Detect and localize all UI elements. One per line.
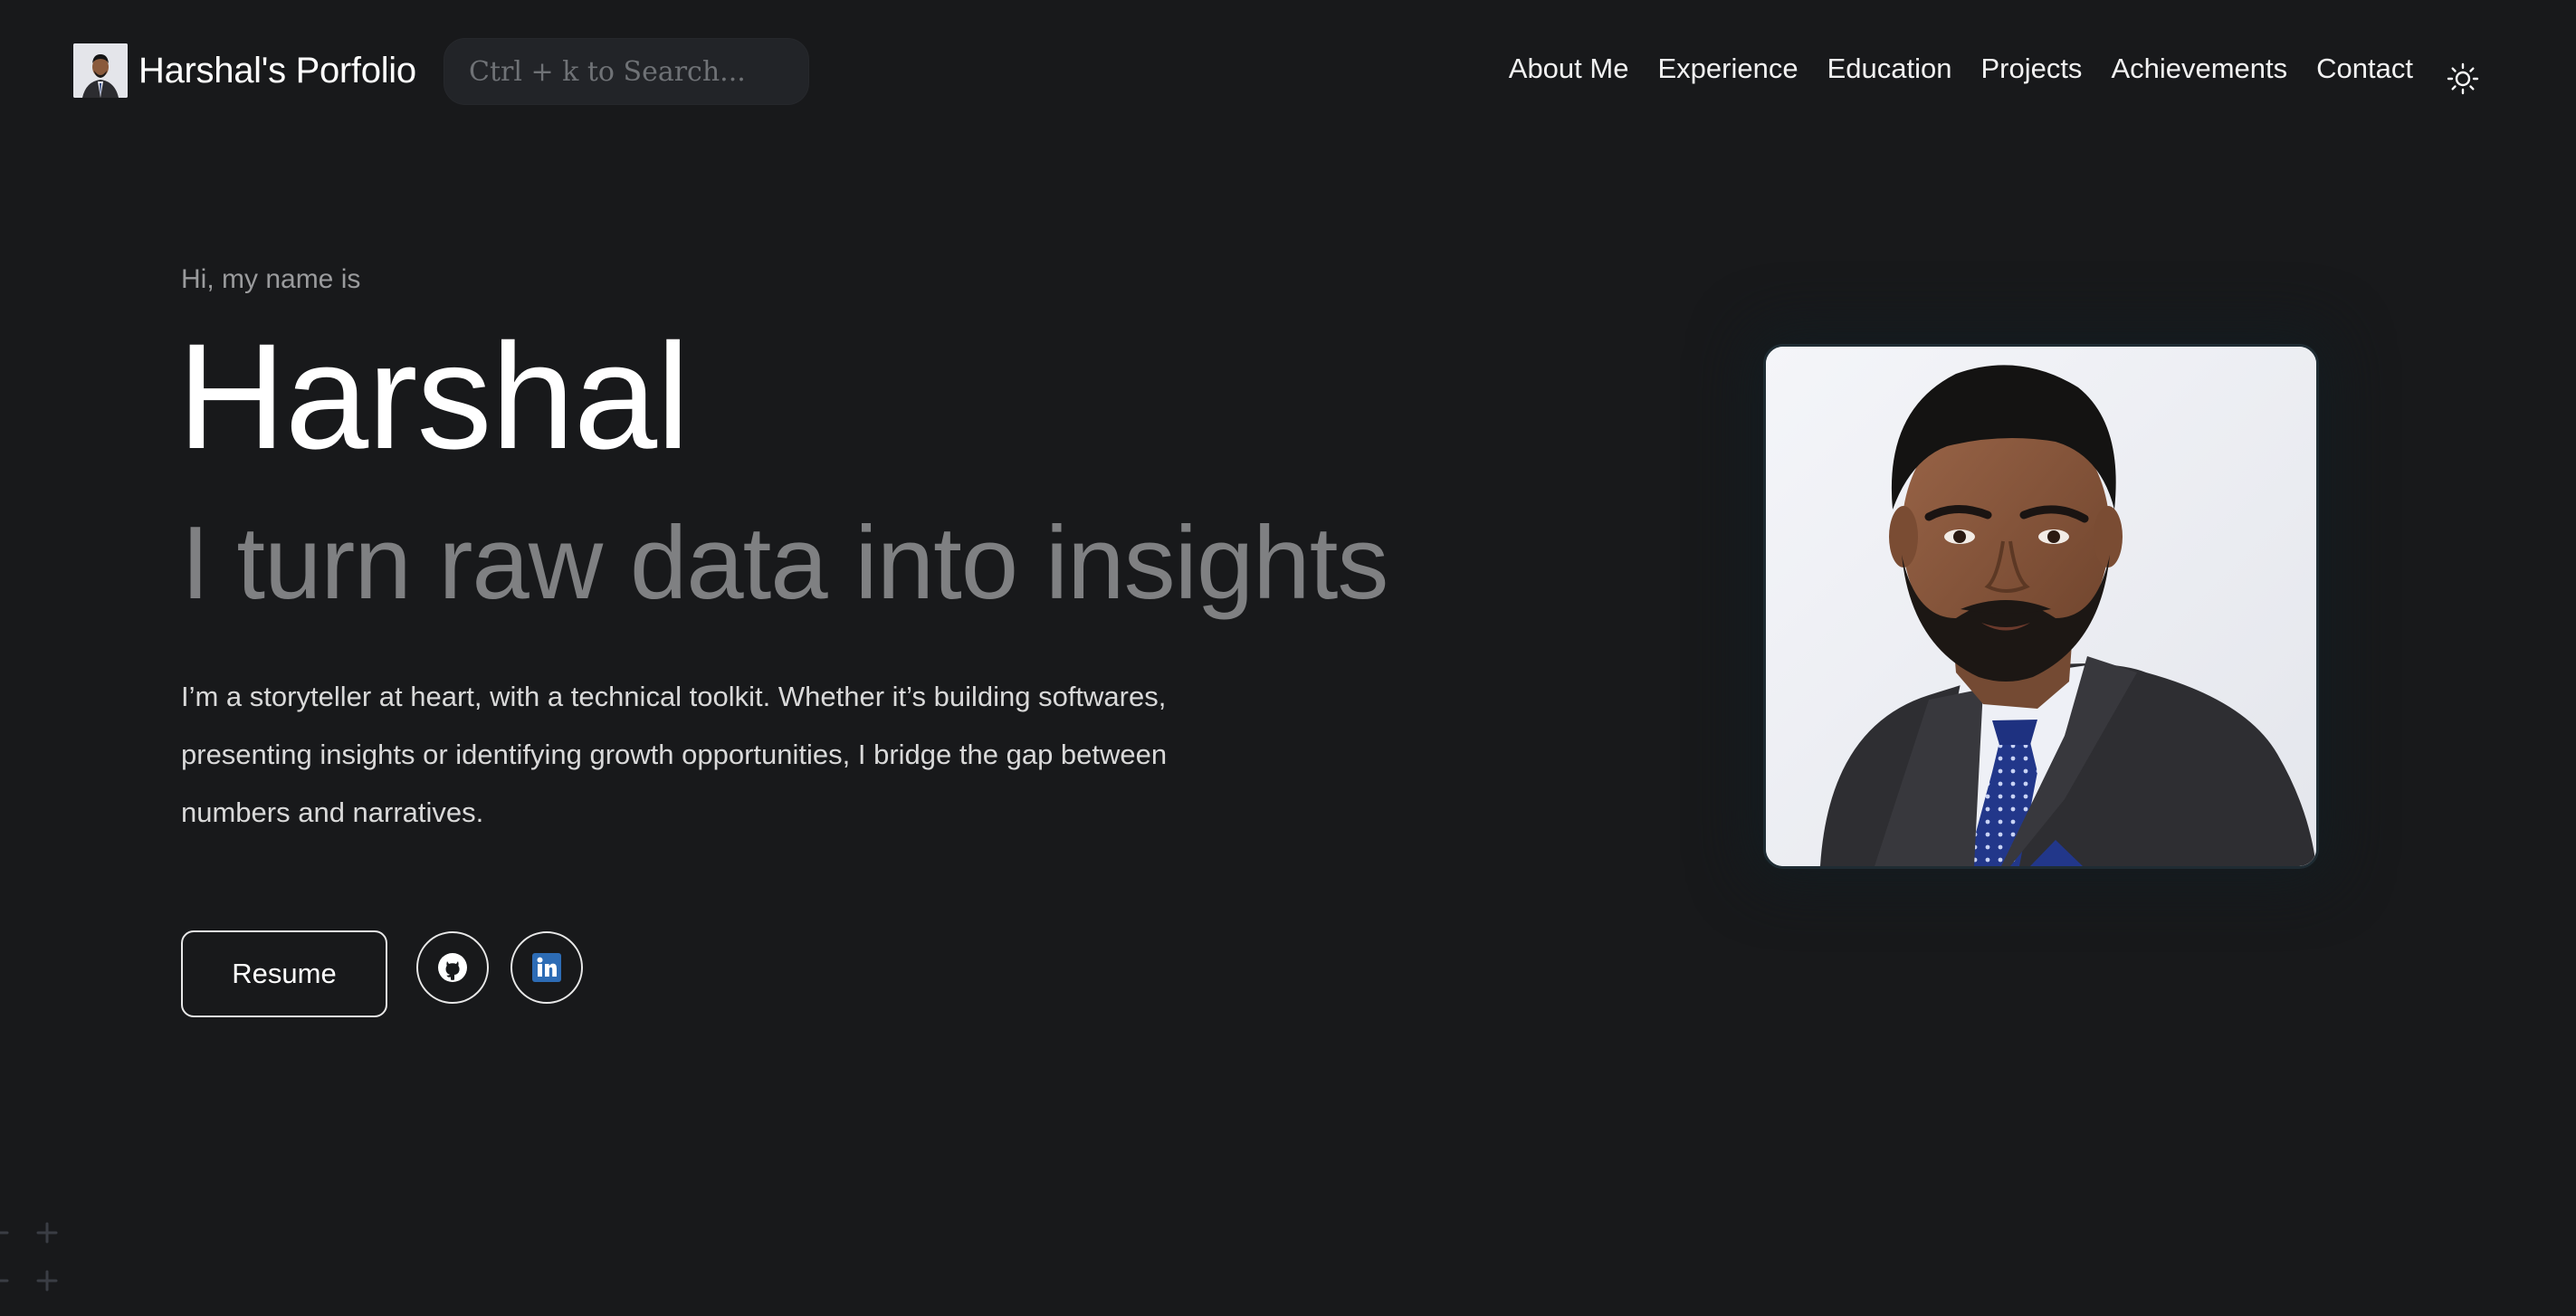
linkedin-link[interactable] (510, 931, 583, 1004)
nav-links: About Me Experience Education Projects A… (1509, 52, 2413, 85)
profile-portrait-image (1766, 347, 2316, 866)
search-input[interactable] (467, 54, 808, 89)
nav-link-about-me[interactable]: About Me (1509, 52, 1629, 85)
search-box[interactable] (444, 38, 809, 105)
github-link[interactable] (416, 931, 489, 1004)
hero-name: Harshal (177, 313, 690, 481)
nav-link-achievements[interactable]: Achievements (2111, 52, 2287, 85)
github-icon (438, 953, 467, 982)
avatar-portrait-icon (73, 43, 128, 98)
hero-description: I’m a storyteller at heart, with a techn… (181, 681, 1168, 828)
linkedin-icon (532, 953, 561, 982)
brand-link[interactable]: Harshal's Porfolio (73, 43, 416, 98)
hero-tagline: I turn raw data into insights (181, 506, 1388, 621)
sun-icon (2447, 62, 2479, 95)
profile-photo (1763, 344, 2319, 869)
decorative-plus-pattern (0, 1222, 58, 1292)
resume-button[interactable]: Resume (181, 930, 387, 1017)
navbar: Harshal's Porfolio About Me Experience E… (0, 0, 2576, 145)
nav-link-contact[interactable]: Contact (2316, 52, 2413, 85)
hero-greeting: Hi, my name is (181, 264, 361, 294)
brand-avatar (73, 43, 128, 98)
theme-toggle-button[interactable] (2445, 61, 2481, 97)
nav-link-projects[interactable]: Projects (1980, 52, 2082, 85)
nav-link-education[interactable]: Education (1827, 52, 1952, 85)
brand-title: Harshal's Porfolio (138, 50, 416, 91)
nav-link-experience[interactable]: Experience (1657, 52, 1798, 85)
